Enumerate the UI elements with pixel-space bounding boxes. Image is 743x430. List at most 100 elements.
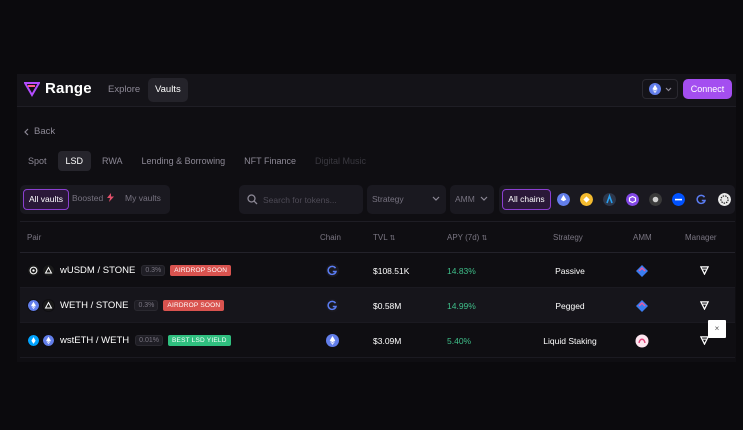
vaults-table: Pair Chain TVL ⇅ APY (7d) ⇅ Strategy AMM… [20, 221, 735, 358]
chain-cell [326, 253, 339, 288]
polygon-chain-icon[interactable] [626, 193, 639, 206]
strategy-value: Liquid Staking [543, 335, 597, 346]
tab-digital-music[interactable]: Digital Music [307, 151, 374, 171]
table-row[interactable]: WETH / STONE 0.3% AIRDROP SOON $0.58M 14… [20, 288, 735, 323]
search-icon [247, 194, 258, 205]
pink-amm-icon [635, 334, 649, 347]
strategy-value: Passive [555, 265, 585, 276]
filter-bar: All vaults Boosted My vaults Strategy AM… [20, 185, 735, 215]
amm-cell [635, 288, 649, 323]
strategy-select[interactable]: Strategy [367, 185, 446, 214]
status-badge: AIRDROP SOON [170, 265, 232, 276]
bnb-chain-icon[interactable] [580, 193, 593, 206]
filter-boosted[interactable]: Boosted [67, 189, 119, 210]
g-chain-icon [326, 264, 339, 277]
pair-cell: wUSDM / STONE 0.3% AIRDROP SOON [27, 253, 232, 288]
header-amm: AMM [633, 233, 652, 242]
pair-cell: wstETH / WETH 0.01% BEST LSD YIELD [27, 323, 231, 358]
pair-name: wstETH / WETH [60, 335, 130, 346]
nav-explore[interactable]: Explore [101, 78, 147, 102]
amm-cell [635, 323, 649, 358]
arbitrum-chain-icon[interactable] [603, 193, 616, 206]
sort-icon: ⇅ [389, 235, 396, 242]
chevron-left-icon [24, 128, 29, 135]
tab-rwa[interactable]: RWA [94, 151, 131, 171]
chain-cell [326, 323, 339, 358]
token-icons [27, 264, 55, 277]
manager-cell [700, 253, 709, 288]
manager-cell [700, 288, 709, 323]
chain-filter-group: All chains [499, 185, 735, 214]
header-pair: Pair [27, 233, 42, 242]
status-badge: BEST LSD YIELD [168, 335, 231, 346]
token-icons [27, 299, 55, 312]
chevron-down-icon [480, 196, 488, 201]
chain-cell [326, 288, 339, 323]
ethereum-icon [326, 334, 339, 347]
header-apy-label: APY (7d) [447, 233, 480, 242]
wsteth-token-icon [27, 334, 40, 347]
header-apy[interactable]: APY (7d) ⇅ [447, 233, 487, 242]
token-icons [27, 334, 55, 347]
strategy-select-label: Strategy [372, 194, 404, 204]
weth-token-icon [27, 299, 40, 312]
tvl-value: $3.09M [373, 335, 402, 346]
stone-token-icon [42, 264, 55, 277]
tab-lsd[interactable]: LSD [57, 151, 92, 171]
network-selector[interactable] [642, 79, 678, 99]
base-chain-icon[interactable] [672, 193, 685, 206]
close-tooltip[interactable]: × [708, 320, 726, 338]
header-manager: Manager [685, 233, 717, 242]
apy-value: 5.40% [447, 335, 472, 346]
optimism-chain-icon[interactable] [649, 193, 662, 206]
range-manager-icon [700, 266, 709, 275]
tab-spot[interactable]: Spot [20, 151, 55, 171]
app-name: Range [45, 80, 92, 97]
sort-icon: ⇅ [481, 235, 488, 242]
filter-my-vaults[interactable]: My vaults [120, 189, 166, 210]
back-link[interactable]: Back [24, 126, 55, 137]
stone-token-icon [42, 299, 55, 312]
status-badge: AIRDROP SOON [163, 300, 225, 311]
uniswap-amm-icon [636, 264, 648, 277]
category-tabs: Spot LSD RWA Lending & Borrowing NFT Fin… [20, 151, 377, 171]
logo[interactable]: Range [24, 80, 92, 97]
connect-button[interactable]: Connect [683, 79, 732, 99]
search-input[interactable] [263, 192, 359, 207]
table-row[interactable]: wUSDM / STONE 0.3% AIRDROP SOON $108.51K… [20, 253, 735, 288]
pair-cell: WETH / STONE 0.3% AIRDROP SOON [27, 288, 225, 323]
uniswap-amm-icon [636, 299, 648, 312]
vault-filter-group: All vaults Boosted My vaults [20, 185, 170, 214]
header-tvl-label: TVL [373, 233, 388, 242]
g-chain-icon [326, 299, 339, 312]
ethereum-chain-icon[interactable] [557, 193, 570, 206]
tab-lending-borrowing[interactable]: Lending & Borrowing [134, 151, 234, 171]
filter-all-vaults[interactable]: All vaults [23, 189, 70, 210]
fee-tier: 0.3% [141, 265, 166, 276]
pair-name: wUSDM / STONE [60, 265, 136, 276]
apy-value: 14.99% [447, 300, 476, 311]
weth-token-icon [42, 334, 55, 347]
tvl-value: $108.51K [373, 265, 410, 276]
top-navigation: Range Explore Vaults Connect [17, 74, 736, 107]
header-strategy: Strategy [553, 233, 583, 242]
amm-select-label: AMM [455, 194, 475, 204]
header-tvl[interactable]: TVL ⇅ [373, 233, 395, 242]
range-logo-icon [24, 81, 40, 97]
header-chain: Chain [320, 233, 341, 242]
tab-nft-finance[interactable]: NFT Finance [236, 151, 304, 171]
filter-all-chains[interactable]: All chains [502, 189, 551, 210]
range-manager-icon [700, 301, 709, 310]
back-label: Back [34, 126, 56, 137]
table-header: Pair Chain TVL ⇅ APY (7d) ⇅ Strategy AMM… [20, 221, 735, 253]
pair-name: WETH / STONE [60, 300, 129, 311]
chevron-down-icon [665, 87, 671, 91]
lightning-icon [106, 193, 114, 202]
nav-vaults[interactable]: Vaults [148, 78, 188, 102]
amm-select[interactable]: AMM [450, 185, 494, 214]
table-row[interactable]: wstETH / WETH 0.01% BEST LSD YIELD $3.09… [20, 323, 735, 358]
fee-tier: 0.3% [134, 300, 159, 311]
g-chain-icon[interactable] [695, 193, 708, 206]
mantle-chain-icon[interactable] [718, 193, 731, 206]
ethereum-icon [648, 83, 661, 95]
